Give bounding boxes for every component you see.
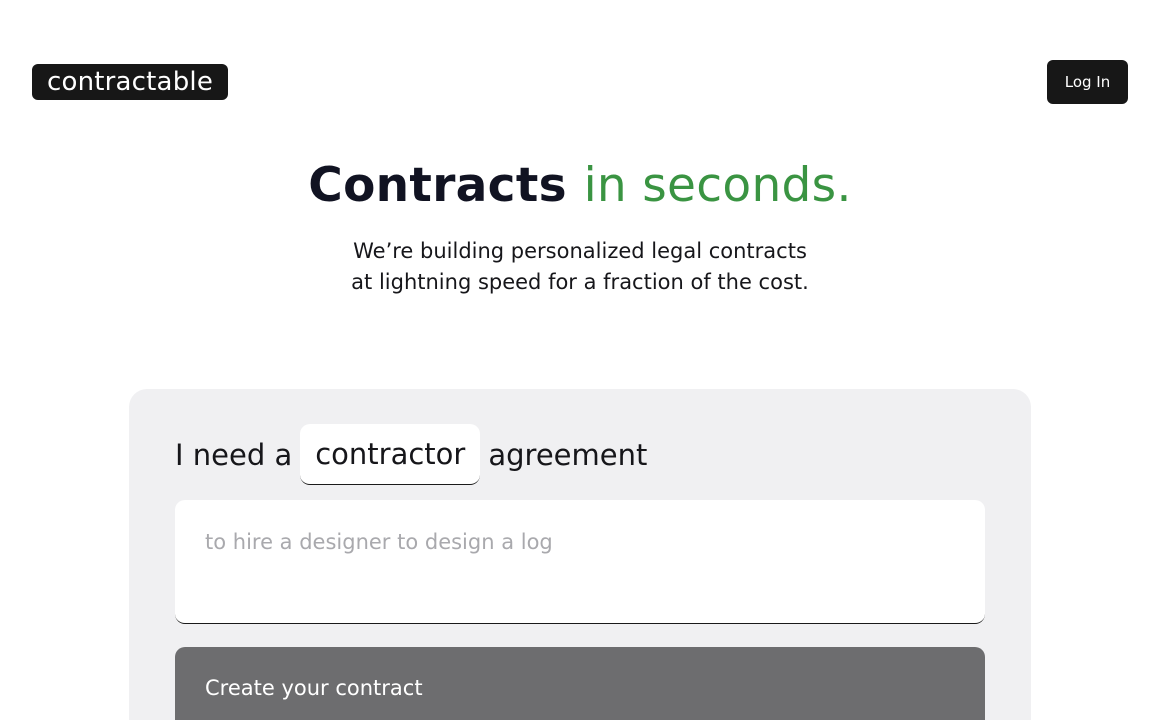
title-main: Contracts <box>308 158 584 213</box>
description-input[interactable] <box>175 500 985 624</box>
subtitle-line-2: at lightning speed for a fraction of the… <box>351 270 809 294</box>
logo-text: contractable <box>46 67 214 97</box>
sentence-suffix: agreement <box>488 437 648 472</box>
contract-type-select[interactable]: contractor <box>300 424 481 485</box>
login-button[interactable]: Log In <box>1047 60 1128 104</box>
contract-type-value: contractor <box>315 437 466 471</box>
subtitle-line-1: We’re building personalized legal contra… <box>353 239 807 263</box>
sentence-prefix: I need a <box>175 437 293 472</box>
page-title: Contracts in seconds. <box>0 158 1160 213</box>
page: contractable Log In Contracts in seconds… <box>0 0 1160 720</box>
hero-subtitle: We’re building personalized legal contra… <box>0 236 1160 298</box>
create-contract-button[interactable]: Create your contract <box>175 647 985 720</box>
agreement-sentence: I need a contractor agreement <box>175 424 647 485</box>
logo[interactable]: contractable <box>32 64 228 100</box>
title-accent: in seconds. <box>583 158 852 213</box>
contract-form-card: I need a contractor agreement Create you… <box>129 389 1031 720</box>
